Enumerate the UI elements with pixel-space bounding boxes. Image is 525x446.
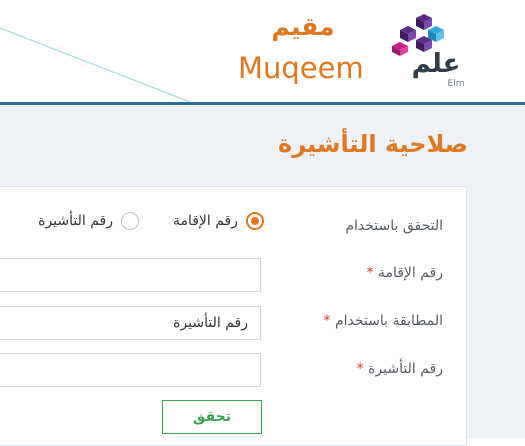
radio-visa-label: رقم التأشيرة <box>38 213 113 229</box>
iqama-number-label: رقم الإقامة * <box>366 265 443 281</box>
match-using-label: المطابقة باستخدام * <box>323 313 443 329</box>
decorative-line <box>0 27 191 103</box>
radio-selected-icon[interactable] <box>246 212 264 230</box>
radio-iqama-number[interactable]: رقم الإقامة <box>173 212 264 230</box>
match-using-select[interactable]: رقم التأشيرة <box>0 306 261 340</box>
brand-name-english: Muqeem <box>238 51 364 85</box>
radio-unselected-icon[interactable] <box>121 212 139 230</box>
radio-iqama-label: رقم الإقامة <box>172 213 238 229</box>
elm-logo: علم Elm <box>392 14 465 89</box>
app-header: مقيم Muqeem علم Elm <box>0 0 525 103</box>
verify-button[interactable]: تحقق <box>162 400 262 434</box>
logo-arabic-text: علم <box>412 49 461 79</box>
radio-visa-number[interactable]: رقم التأشيرة <box>38 212 139 230</box>
page-title: صلاحية التأشيرة <box>278 130 468 158</box>
iqama-number-input[interactable] <box>0 258 261 292</box>
visa-number-label: رقم التأشيرة * <box>356 361 443 377</box>
verify-using-label: التحقق باستخدام <box>345 218 443 234</box>
visa-number-input[interactable] <box>0 353 261 387</box>
brand-name-arabic: مقيم <box>271 12 335 41</box>
logo-english-text: Elm <box>448 79 465 89</box>
